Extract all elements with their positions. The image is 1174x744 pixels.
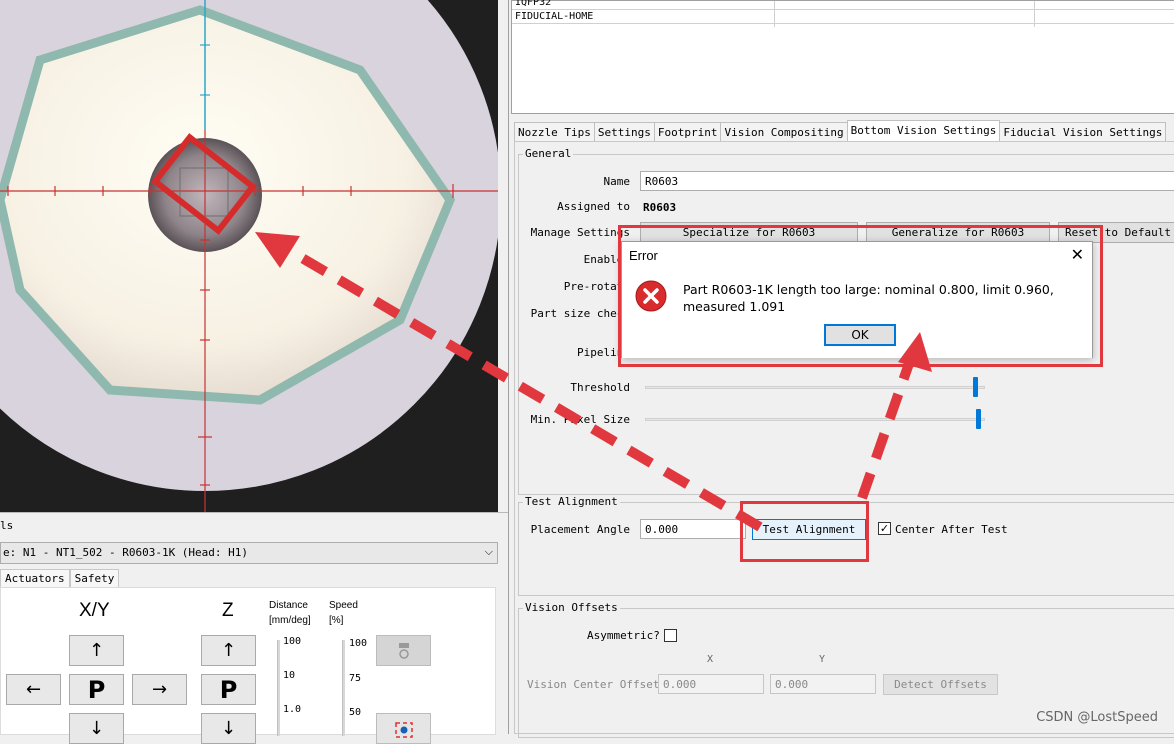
distance-tick: 10	[283, 670, 296, 681]
tool-select-value: e: N1 - NT1_502 - R0603-1K (Head: H1)	[3, 546, 249, 559]
placement-angle-label: Placement Angle	[530, 523, 630, 536]
name-label: Name	[603, 175, 631, 188]
jog-panel: X/Y Z ↑ ← P → ↓ ↑ P ↓ Distance [mm/deg] …	[0, 587, 496, 744]
test-button-highlight-box	[740, 501, 869, 562]
tab-footprint[interactable]: Footprint	[653, 122, 722, 142]
panel-title: ls	[0, 519, 14, 532]
right-panel: IQFP32 FIDUCIAL-HOME Nozzle Tips Setting…	[508, 0, 1174, 738]
jog-y-minus-button[interactable]: ↓	[69, 713, 124, 744]
checkmark-icon: ✓	[879, 522, 890, 535]
offset-x-field[interactable]: 0.000	[658, 674, 764, 694]
distance-tick: 100	[283, 636, 302, 647]
speed-tick: 75	[349, 673, 362, 684]
asymmetric-label: Asymmetric?	[587, 629, 660, 642]
speed-label: Speed [%]	[329, 600, 358, 626]
target-icon	[394, 721, 413, 738]
tab-vision-compositing[interactable]: Vision Compositing	[720, 122, 848, 142]
vision-center-offsets-label: Vision Center Offsets	[527, 678, 667, 691]
jog-x-minus-button[interactable]: ←	[6, 674, 61, 705]
tab-fiducial-vision-settings[interactable]: Fiducial Vision Settings	[999, 122, 1167, 142]
name-field[interactable]: R0603	[640, 171, 1174, 191]
package-tabs: Nozzle Tips Settings Footprint Vision Co…	[514, 120, 1167, 142]
placement-angle-field[interactable]: 0.000	[640, 519, 746, 539]
x-column-label: X	[707, 654, 714, 665]
distance-slider[interactable]	[277, 640, 280, 736]
nozzle-action-button[interactable]	[376, 635, 431, 666]
asymmetric-checkbox[interactable]	[664, 629, 677, 642]
assigned-value: R0603	[643, 201, 677, 214]
vision-offsets-title: Vision Offsets	[523, 601, 620, 614]
jog-z-plus-button[interactable]: ↑	[201, 635, 256, 666]
part-size-check-label: Part size check	[530, 307, 630, 320]
jog-x-plus-button[interactable]: →	[132, 674, 187, 705]
speed-slider[interactable]	[342, 640, 345, 736]
offset-y-field[interactable]: 0.000	[770, 674, 876, 694]
tab-nozzle-tips[interactable]: Nozzle Tips	[514, 122, 595, 142]
chevron-down-icon: ⌵	[484, 545, 493, 558]
xy-label: X/Y	[79, 600, 110, 621]
z-label: Z	[222, 600, 234, 621]
threshold-slider-thumb[interactable]	[972, 377, 978, 397]
park-z-button[interactable]: P	[201, 674, 256, 705]
tab-settings[interactable]: Settings	[593, 122, 655, 142]
dialog-highlight-box	[618, 225, 1103, 367]
manage-settings-label: Manage Settings	[530, 226, 630, 239]
general-title: General	[523, 147, 574, 160]
tab-actuators[interactable]: Actuators	[0, 569, 70, 587]
y-column-label: Y	[819, 654, 826, 665]
watermark: CSDN @LostSpeed	[1036, 710, 1158, 725]
center-after-test-checkbox[interactable]: ✓	[878, 522, 891, 535]
assigned-label: Assigned to	[557, 200, 630, 213]
tool-select[interactable]: e: N1 - NT1_502 - R0603-1K (Head: H1) ⌵	[0, 542, 498, 564]
speed-tick: 50	[349, 707, 362, 718]
camera-image	[0, 0, 498, 512]
tab-bottom-vision-settings[interactable]: Bottom Vision Settings	[846, 120, 1001, 142]
machine-controls-panel: ls e: N1 - NT1_502 - R0603-1K (Head: H1)…	[0, 512, 508, 744]
nozzle-icon	[398, 642, 409, 659]
table-row[interactable]: IQFP32	[512, 0, 1174, 10]
jog-y-plus-button[interactable]: ↑	[69, 635, 124, 666]
min-pixel-size-slider[interactable]	[645, 418, 985, 421]
tab-safety[interactable]: Safety	[69, 569, 120, 587]
camera-center-button[interactable]	[376, 713, 431, 744]
detect-offsets-button[interactable]: Detect Offsets	[883, 674, 998, 695]
jog-z-minus-button[interactable]: ↓	[201, 713, 256, 744]
center-after-test-label: Center After Test	[895, 523, 1008, 536]
camera-view[interactable]	[0, 0, 498, 512]
threshold-slider[interactable]	[645, 386, 985, 389]
min-pixel-size-label: Min. Pixel Size	[530, 413, 630, 426]
packages-table: IQFP32 FIDUCIAL-HOME	[511, 0, 1174, 114]
test-alignment-title: Test Alignment	[523, 495, 620, 508]
threshold-label: Threshold	[570, 381, 630, 394]
distance-tick: 1.0	[283, 704, 302, 715]
park-xy-button[interactable]: P	[69, 674, 124, 705]
min-pixel-size-slider-thumb[interactable]	[976, 409, 982, 429]
table-row[interactable]: FIDUCIAL-HOME	[512, 11, 1174, 24]
speed-tick: 100	[349, 638, 368, 649]
distance-label: Distance [mm/deg]	[269, 600, 311, 626]
